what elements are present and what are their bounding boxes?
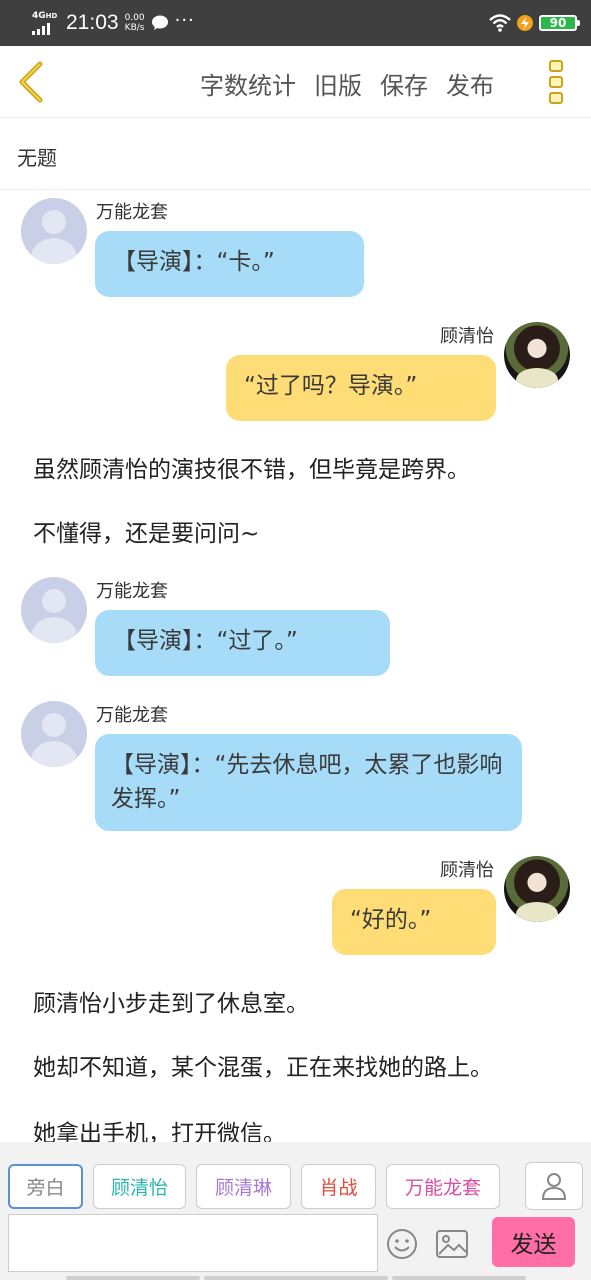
battery-icon: 90 bbox=[539, 15, 580, 31]
speaker-name: 顾清怡 bbox=[440, 860, 494, 881]
emoji-icon[interactable] bbox=[386, 1228, 418, 1260]
scroll-indicator bbox=[204, 1276, 388, 1280]
character-chip-label: 顾清琳 bbox=[214, 1177, 272, 1199]
story-content[interactable]: 万能龙套 【导演】：“卡。” 顾清怡 “过了吗？导演。” 虽然顾清怡的演技很不错… bbox=[0, 190, 591, 1142]
send-button[interactable]: 发送 bbox=[492, 1217, 575, 1267]
net-speed-value: 0.00 bbox=[124, 13, 145, 23]
dialogue-bubble[interactable]: “好的。” bbox=[332, 889, 496, 955]
network-suffix: HD bbox=[45, 11, 58, 20]
avatar[interactable] bbox=[21, 701, 87, 767]
character-chip[interactable]: 肖战 bbox=[301, 1164, 376, 1209]
narration-text[interactable]: 顾清怡小步走到了休息室。 bbox=[33, 984, 309, 1018]
title-row[interactable]: 无题 bbox=[0, 118, 591, 190]
doc-title[interactable]: 无题 bbox=[17, 142, 57, 171]
narration-text[interactable]: 虽然顾清怡的演技很不错，但毕竟是跨界。 bbox=[33, 450, 470, 484]
speaker-name: 万能龙套 bbox=[96, 705, 168, 726]
character-chip-label: 万能龙套 bbox=[404, 1177, 481, 1199]
dialogue-bubble[interactable]: 【导演】：“过了。” bbox=[95, 610, 390, 676]
publish-button[interactable]: 发布 bbox=[446, 66, 494, 101]
character-chip[interactable]: 万能龙套 bbox=[386, 1164, 500, 1209]
network-type: 4G bbox=[32, 10, 46, 21]
signal-icon bbox=[32, 22, 60, 35]
net-speed-unit: KB/s bbox=[124, 23, 145, 33]
character-manage-button[interactable] bbox=[525, 1162, 583, 1210]
avatar[interactable] bbox=[21, 198, 87, 264]
scroll-indicator bbox=[66, 1276, 200, 1280]
character-chip-label: 旁白 bbox=[26, 1177, 65, 1199]
top-nav: 字数统计 旧版 保存 发布 bbox=[0, 46, 591, 118]
avatar[interactable] bbox=[504, 856, 570, 922]
character-chip-narrator[interactable]: 旁白 bbox=[8, 1164, 83, 1209]
character-selector: 旁白 顾清怡 顾清琳 肖战 万能龙套 bbox=[8, 1164, 500, 1209]
speaker-name: 万能龙套 bbox=[96, 581, 168, 602]
save-button[interactable]: 保存 bbox=[380, 66, 428, 101]
clock: 21:03 bbox=[66, 11, 119, 34]
scroll-indicator bbox=[392, 1276, 526, 1280]
avatar[interactable] bbox=[504, 322, 570, 388]
narration-text[interactable]: 她拿出手机，打开微信。 bbox=[33, 1114, 286, 1142]
more-menu-icon[interactable] bbox=[549, 58, 567, 106]
person-icon bbox=[541, 1173, 567, 1200]
word-count-button[interactable]: 字数统计 bbox=[200, 66, 296, 101]
character-chip[interactable]: 顾清怡 bbox=[93, 1164, 186, 1209]
net-speed: 0.00 KB/s bbox=[125, 13, 145, 33]
chat-notification-icon bbox=[151, 15, 168, 30]
nav-actions: 字数统计 旧版 保存 发布 bbox=[200, 66, 494, 101]
narration-text[interactable]: 她却不知道，某个混蛋，正在来找她的路上。 bbox=[33, 1048, 493, 1082]
dialogue-bubble[interactable]: “过了吗？导演。” bbox=[226, 355, 496, 421]
status-right: 90 bbox=[489, 14, 580, 32]
speaker-name: 顾清怡 bbox=[440, 326, 494, 347]
character-chip-label: 肖战 bbox=[319, 1177, 358, 1199]
dialogue-bubble[interactable]: 【导演】：“卡。” bbox=[95, 231, 364, 297]
avatar[interactable] bbox=[21, 577, 87, 643]
image-icon[interactable] bbox=[436, 1230, 468, 1258]
more-notifications-icon: ··· bbox=[174, 9, 195, 31]
character-chip[interactable]: 顾清琳 bbox=[196, 1164, 291, 1209]
composer-bar: 旁白 顾清怡 顾清琳 肖战 万能龙套 发送 bbox=[0, 1142, 591, 1280]
dialogue-bubble[interactable]: 【导演】：“先去休息吧，太累了也影响发挥。” bbox=[95, 734, 522, 831]
speaker-name: 万能龙套 bbox=[96, 202, 168, 223]
old-version-button[interactable]: 旧版 bbox=[314, 66, 362, 101]
charging-icon bbox=[517, 15, 533, 31]
status-bar: 4GHD 21:03 0.00 KB/s ··· 90 bbox=[0, 0, 591, 46]
wifi-icon bbox=[489, 14, 511, 32]
back-icon[interactable] bbox=[14, 60, 50, 104]
narration-text[interactable]: 不懂得，还是要问问~ bbox=[33, 514, 259, 548]
network-indicator: 4GHD bbox=[32, 10, 60, 35]
character-chip-label: 顾清怡 bbox=[110, 1177, 168, 1199]
message-input[interactable] bbox=[8, 1214, 378, 1272]
